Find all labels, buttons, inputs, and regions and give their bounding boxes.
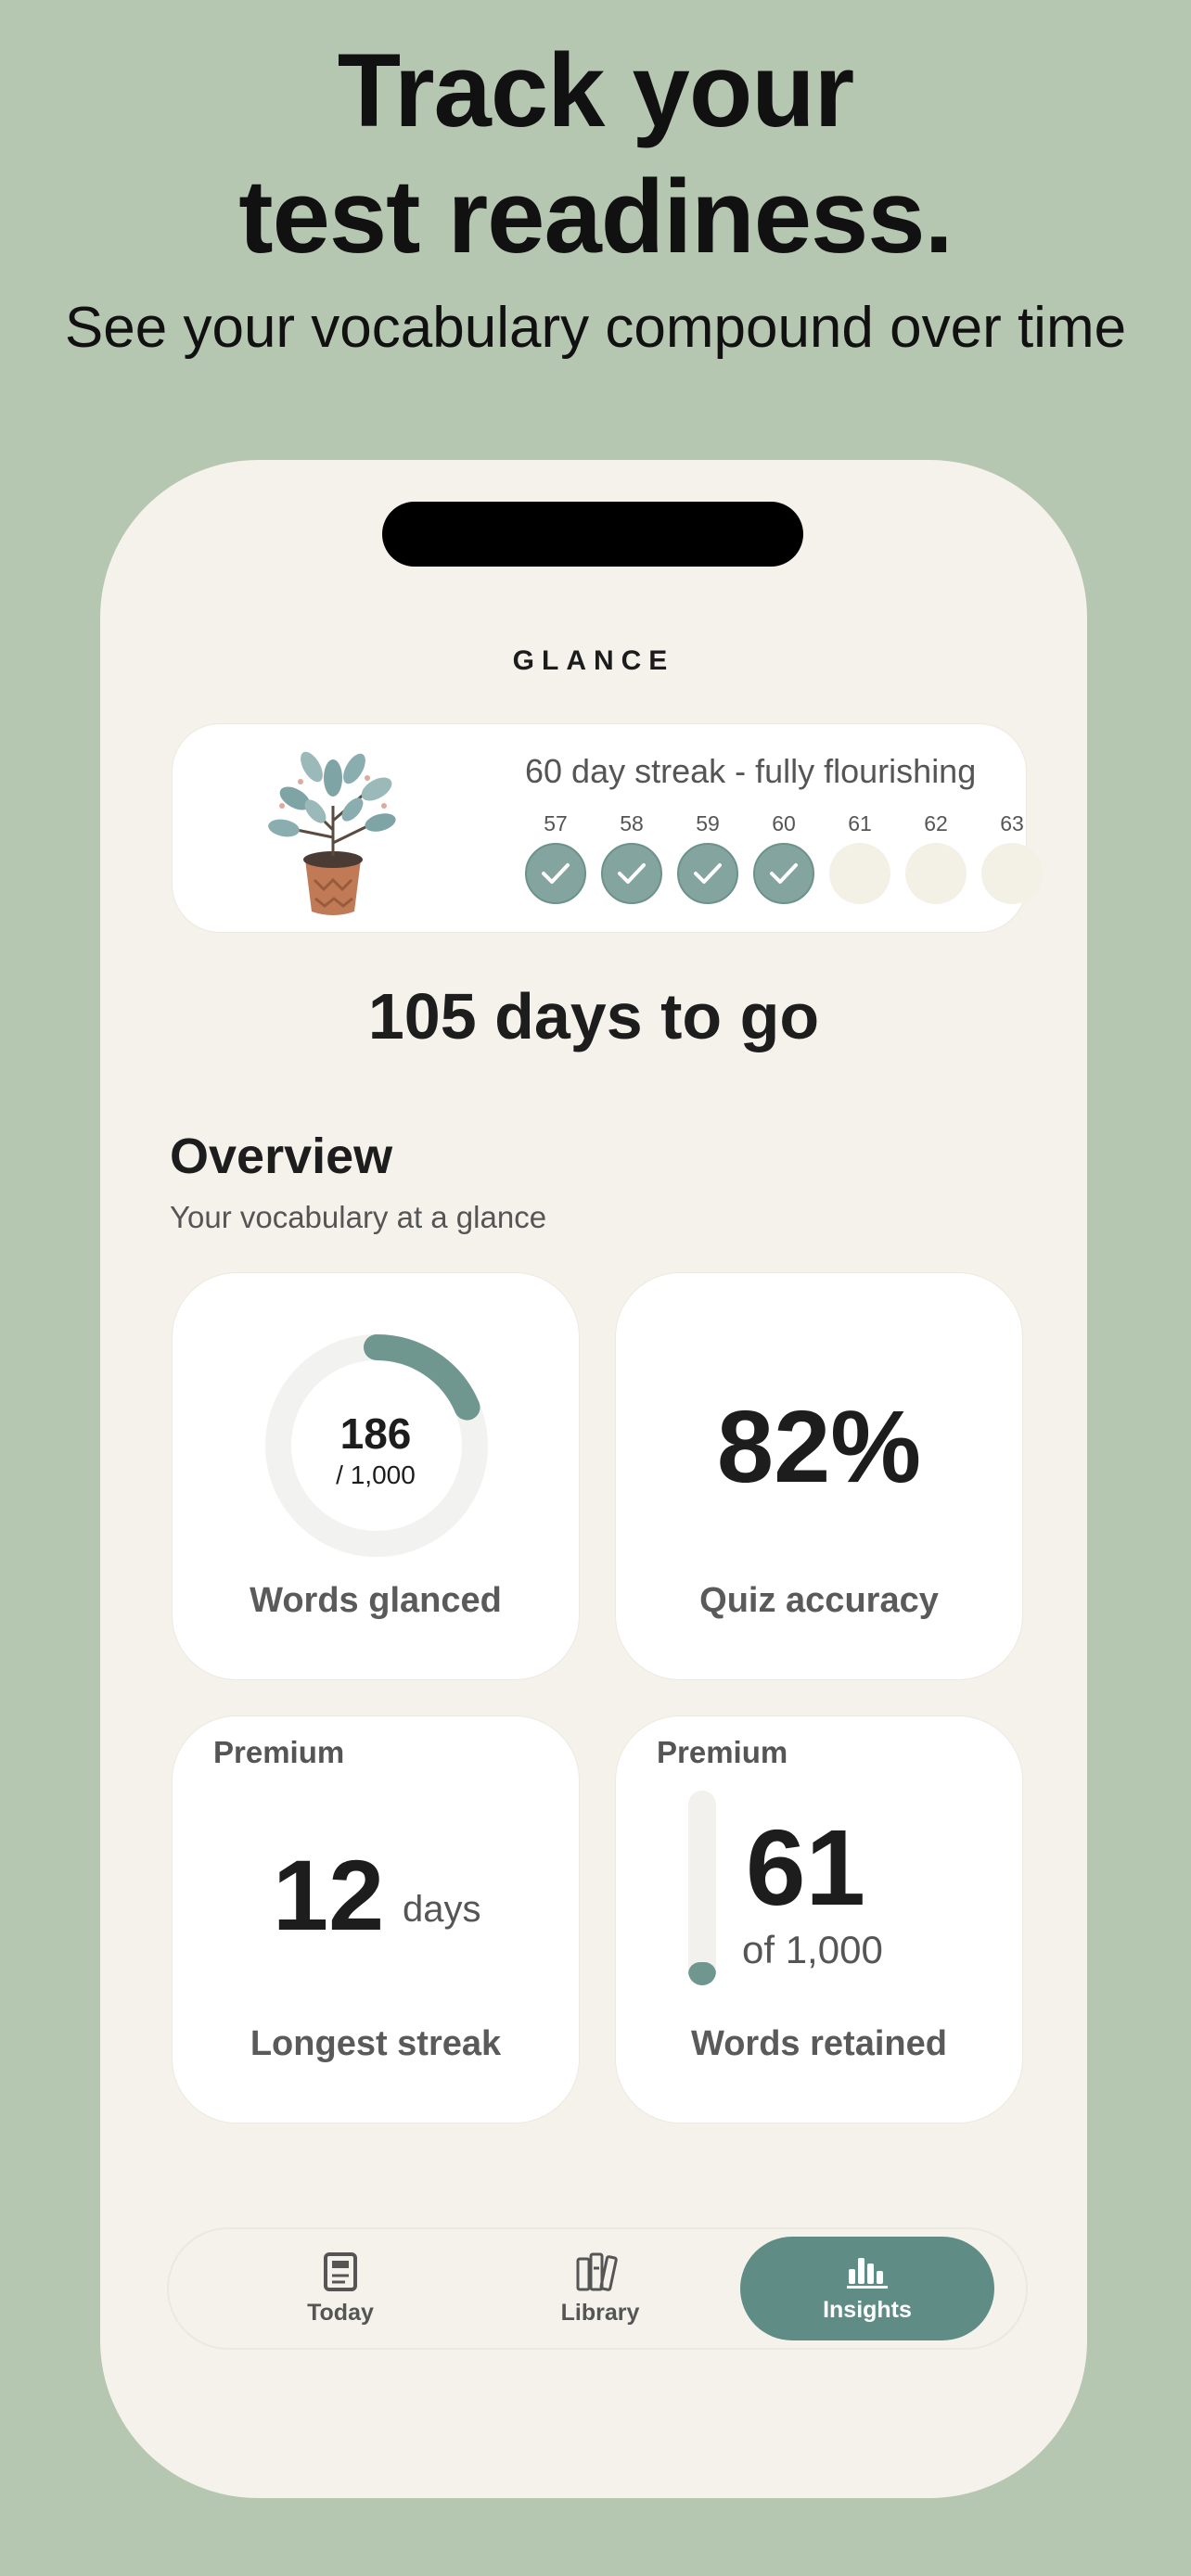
subheadline: See your vocabulary compound over time	[64, 296, 1127, 360]
overview-subtitle: Your vocabulary at a glance	[170, 1200, 547, 1234]
streak-day-complete	[601, 843, 662, 904]
longest-streak-label: Longest streak	[250, 2024, 502, 2063]
streak-day-number: 58	[620, 811, 644, 835]
books-icon	[576, 2252, 618, 2291]
words-retained-meter-fill	[688, 1961, 716, 1985]
tab-insights-label: Insights	[823, 2296, 912, 2323]
quiz-accuracy-value: 82%	[716, 1390, 922, 1504]
app-title: GLANCE	[512, 645, 675, 676]
longest-streak-unit: days	[403, 1889, 481, 1930]
words-glanced-total: / 1,000	[336, 1460, 416, 1489]
words-retained-value: 61	[746, 1807, 866, 1928]
premium-badge: Premium	[213, 1735, 345, 1769]
check-icon	[770, 863, 798, 884]
streak-day-number: 62	[924, 811, 948, 835]
words-retained-card[interactable]: Premium 61 of 1,000 Words retained	[615, 1715, 1023, 2123]
tab-insights[interactable]: Insights	[740, 2237, 994, 2340]
streak-day: 63	[981, 811, 1043, 904]
streak-day-pending	[829, 843, 890, 904]
tab-library[interactable]: Library	[503, 2237, 698, 2340]
streak-day: 61	[829, 811, 890, 904]
streak-day-complete	[525, 843, 586, 904]
words-glanced-label: Words glanced	[250, 1581, 502, 1620]
phone-frame: GLANCE 60 day streak - fully flourishing…	[100, 460, 1087, 2498]
longest-streak-value: 12	[273, 1839, 385, 1951]
streak-day-complete	[677, 843, 738, 904]
tab-bar: Today Library Insights	[167, 2227, 1028, 2350]
streak-day: 57	[525, 811, 586, 904]
tab-today[interactable]: Today	[243, 2237, 438, 2340]
headline-line-2: test readiness.	[238, 159, 953, 274]
streak-day: 62	[905, 811, 967, 904]
streak-title: 60 day streak - fully flourishing	[525, 752, 977, 790]
streak-day-number: 63	[1000, 811, 1024, 835]
tab-today-label: Today	[307, 2299, 374, 2326]
streak-card: 60 day streak - fully flourishing 57 58 59…	[172, 723, 1043, 933]
words-retained-label: Words retained	[691, 2024, 947, 2063]
headline: Track your test readiness.	[0, 28, 1191, 280]
streak-day: 58	[601, 811, 662, 904]
bar-chart-icon	[847, 2257, 888, 2289]
streak-day: 59	[677, 811, 738, 904]
streak-day: 60	[753, 811, 814, 904]
premium-badge: Premium	[657, 1735, 788, 1769]
headline-line-1: Track your	[337, 32, 855, 148]
days-to-go: 105 days to go	[367, 980, 820, 1052]
streak-day-number: 61	[848, 811, 872, 835]
streak-day-number: 57	[544, 811, 568, 835]
longest-streak-card[interactable]: Premium 12 days Longest streak	[172, 1715, 580, 2123]
quiz-accuracy-label: Quiz accuracy	[699, 1581, 939, 1620]
check-icon	[694, 863, 722, 884]
streak-day-pending	[981, 843, 1043, 904]
words-retained-meter	[688, 1791, 716, 1985]
words-glanced-card[interactable]: 186 / 1,000 Words glanced	[172, 1272, 580, 1680]
book-icon	[324, 2251, 357, 2291]
check-icon	[618, 863, 646, 884]
words-glanced-value: 186	[339, 1409, 412, 1458]
words-retained-of: of 1,000	[742, 1928, 883, 1971]
streak-days-row: 57 58 59 60 61 62 63	[525, 811, 1043, 904]
streak-day-number: 59	[696, 811, 720, 835]
streak-day-number: 60	[772, 811, 796, 835]
streak-day-complete	[753, 843, 814, 904]
overview-title: Overview	[170, 1129, 393, 1184]
quiz-accuracy-card[interactable]: 82% Quiz accuracy	[615, 1272, 1023, 1680]
streak-day-pending	[905, 843, 967, 904]
plant-icon	[268, 751, 396, 915]
tab-library-label: Library	[560, 2299, 640, 2326]
check-icon	[542, 863, 570, 884]
dynamic-island	[382, 502, 803, 567]
